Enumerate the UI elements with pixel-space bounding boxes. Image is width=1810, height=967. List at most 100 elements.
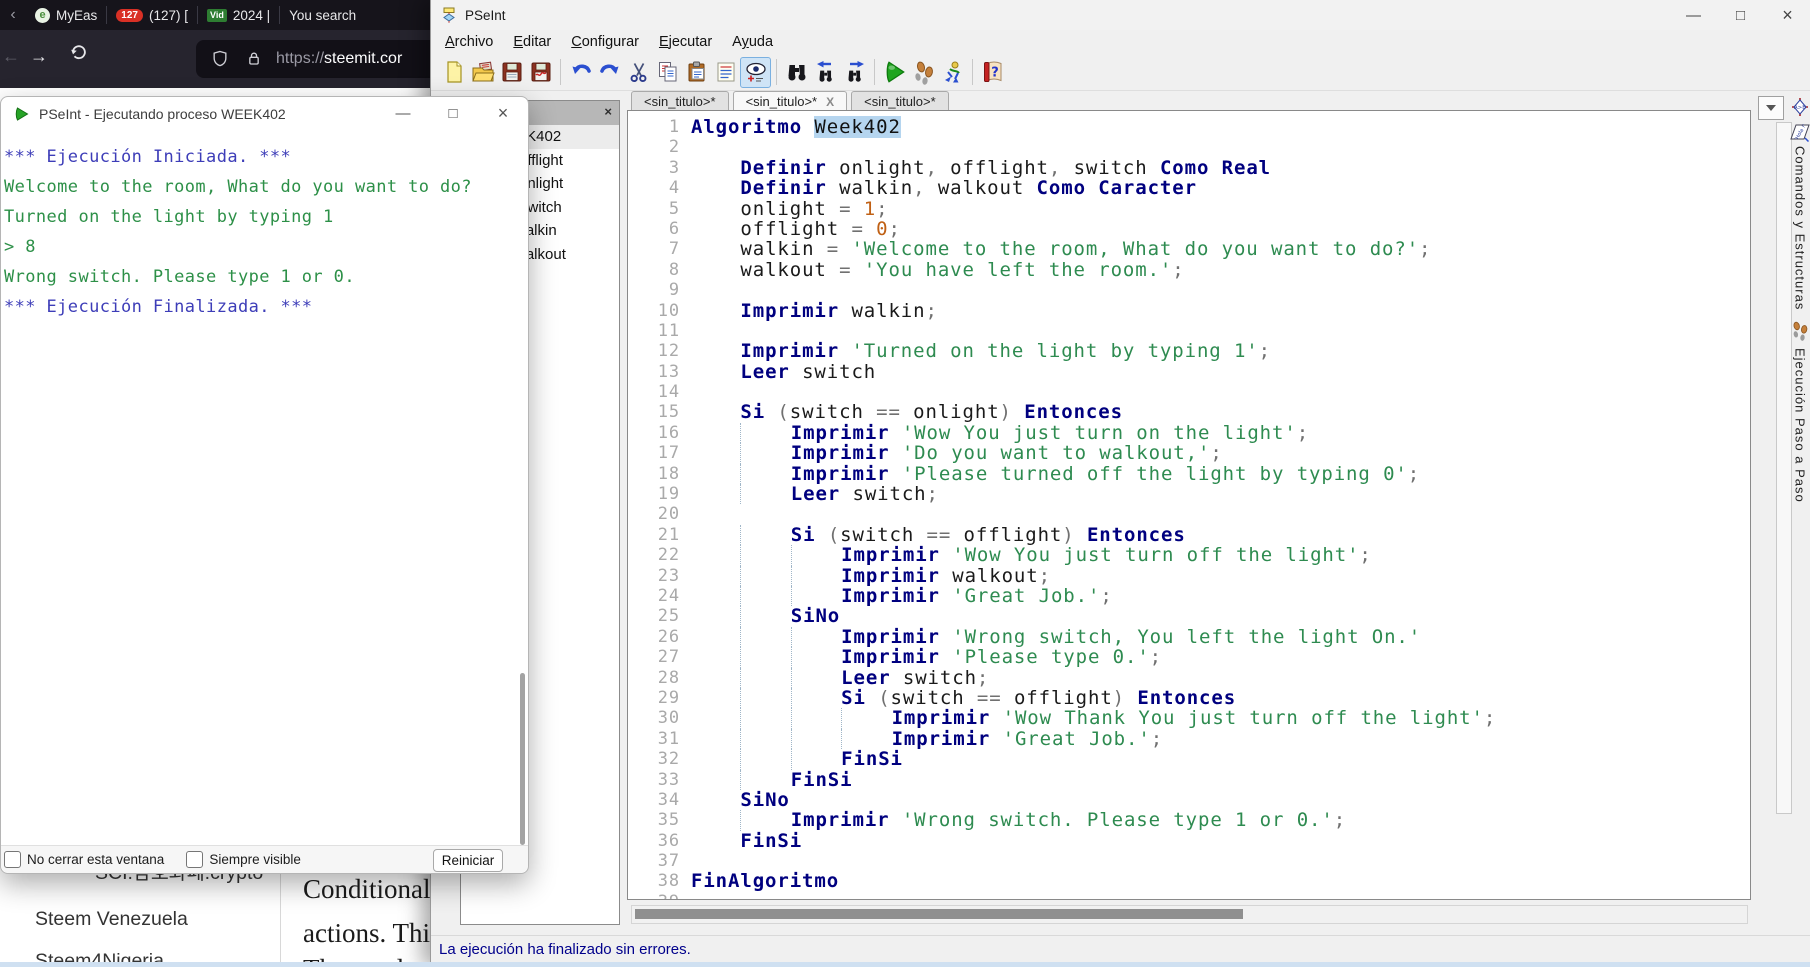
line-number: 8	[668, 259, 680, 280]
maximize-icon[interactable]: □	[428, 97, 478, 130]
find-icon[interactable]	[782, 58, 811, 87]
line-number: 14	[657, 382, 680, 403]
save-icon[interactable]	[497, 58, 526, 87]
code-line: 30 Imprimir 'Wow Thank You just turn off …	[628, 708, 1750, 729]
code-line: 26 Imprimir 'Wrong switch, You left the l…	[628, 627, 1750, 648]
line-number: 13	[657, 361, 680, 382]
code-line: 8 walkout = 'You have left the room.';	[628, 260, 1750, 280]
menu-editar[interactable]: Editar	[503, 32, 561, 52]
line-number: 29	[657, 687, 680, 708]
console-line: Welcome to the room, What do you want to…	[4, 177, 472, 197]
run-icon[interactable]	[880, 58, 909, 87]
title-bar[interactable]: PSeInt — □ ×	[431, 0, 1810, 30]
screen: ‹ e MyEas 127 (127) [Vid 2024 | You search ← …	[0, 0, 1810, 967]
tab-list-dropdown[interactable]	[1758, 96, 1784, 120]
close-tab-icon[interactable]: X	[826, 95, 834, 109]
svg-text:?: ?	[991, 66, 999, 81]
save-all-icon[interactable]	[526, 58, 555, 87]
code-line: 34 SiNo	[628, 790, 1750, 810]
line-number: 35	[657, 810, 680, 831]
browser-tab[interactable]: Vid 2024 |	[198, 0, 279, 30]
code-line: 33 FinSi	[628, 769, 1750, 790]
line-number: 5	[668, 198, 680, 219]
tab-label: <sin_titulo>*	[644, 94, 716, 109]
open-file-icon[interactable]	[468, 58, 497, 87]
back-icon[interactable]: ←	[2, 46, 20, 67]
menu-ayuda[interactable]: Ayuda	[722, 32, 783, 52]
line-number: 19	[657, 484, 680, 505]
console-output[interactable]: *** Ejecución Iniciada. *** Welcome to th…	[1, 130, 528, 846]
menu-configurar[interactable]: Configurar	[561, 32, 649, 52]
code-line: 1 Algoritmo Week402	[628, 116, 1750, 138]
line-number: 39	[628, 892, 680, 899]
always-visible-checkbox[interactable]	[186, 851, 204, 868]
article-text: Conditional	[303, 874, 431, 904]
document-tab[interactable]: <sin_titulo>*	[631, 91, 729, 111]
code-line: 28 Leer switch;	[628, 667, 1750, 688]
draw-flowchart-icon[interactable]	[938, 58, 967, 87]
document-tab-bar: <sin_titulo>* <sin_titulo>* X <sin_titulo>*	[431, 90, 1810, 111]
minimize-icon[interactable]: —	[1670, 0, 1717, 30]
find-next-icon[interactable]	[840, 58, 869, 87]
footprints-icon	[1793, 322, 1808, 342]
editor-horizontal-scrollbar[interactable]	[631, 905, 1748, 924]
redo-icon[interactable]	[595, 58, 624, 87]
document-tab[interactable]: <sin_titulo>*	[851, 91, 949, 111]
url-text: https://steemit.cor	[276, 50, 403, 67]
browser-toolbar: ← → https://steemit.cor	[0, 30, 436, 88]
line-number: 16	[657, 422, 680, 443]
tab-overflow-back-icon[interactable]: ‹	[0, 6, 26, 24]
document-tab[interactable]: <sin_titulo>* X	[732, 91, 848, 111]
code-editor[interactable]: 1 Algoritmo Week402 2 3 Definir onlight, off…	[627, 110, 1751, 900]
source-view-icon[interactable]	[711, 58, 740, 87]
undo-icon[interactable]	[566, 58, 595, 87]
cut-icon[interactable]	[624, 58, 653, 87]
help-icon[interactable]: ?	[978, 58, 1007, 87]
sidebar-tab-step-execution[interactable]: Ejecución Paso a Paso	[1790, 318, 1810, 503]
copy-icon[interactable]	[653, 58, 682, 87]
run-step-icon[interactable]	[909, 58, 938, 87]
code-line: 27 Imprimir 'Please type 0.';	[628, 647, 1750, 668]
sidebar-tab-commands[interactable]: A>B 'Hola !' Comandos y Estructuras	[1790, 96, 1810, 310]
list-item[interactable]: Steem Venezuela	[35, 908, 188, 931]
close-icon[interactable]: ×	[478, 97, 528, 130]
svg-text:A>B: A>B	[1794, 105, 1806, 111]
menu-archivo[interactable]: Archivo	[435, 32, 503, 52]
close-icon[interactable]: ×	[1764, 0, 1810, 30]
scrollbar-thumb[interactable]	[635, 909, 1243, 919]
code-line: 14	[628, 382, 1750, 402]
line-number: 4	[668, 178, 680, 199]
menu-bar: Archivo Editar Configurar Ejecutar Ayuda	[431, 30, 1810, 54]
browser-tab[interactable]: e MyEas	[26, 0, 106, 30]
browser-tab[interactable]: 127 (127) [	[107, 0, 197, 30]
find-previous-icon[interactable]	[811, 58, 840, 87]
new-file-icon[interactable]	[439, 58, 468, 87]
menu-ejecutar[interactable]: Ejecutar	[649, 32, 722, 52]
maximize-icon[interactable]: □	[1717, 0, 1764, 30]
restart-button[interactable]: Reiniciar	[433, 849, 503, 872]
pseint-window: PSeInt — □ × Archivo Editar Configurar Ejec…	[430, 0, 1810, 967]
line-number: 30	[657, 708, 680, 729]
close-panel-icon[interactable]: ×	[604, 104, 612, 119]
keep-open-checkbox[interactable]	[4, 851, 21, 868]
line-number: 25	[657, 606, 680, 627]
code-line: 2	[628, 137, 1750, 157]
console-window: PSeInt - Ejecutando proceso WEEK402 — □ …	[0, 96, 529, 874]
url-bar[interactable]: https://steemit.cor	[196, 40, 436, 78]
tab-label: <sin_titulo>*	[745, 94, 818, 109]
column-divider	[280, 872, 281, 967]
reload-icon[interactable]	[68, 42, 90, 69]
shield-icon[interactable]	[210, 49, 230, 69]
notification-badge: 127	[116, 8, 143, 22]
code-line: 25 SiNo	[628, 606, 1750, 627]
paste-icon[interactable]	[682, 58, 711, 87]
line-number: 31	[657, 728, 680, 749]
browser-tab[interactable]: You search	[280, 0, 365, 30]
code-line: 21 Si (switch == offlight) Entonces	[628, 525, 1750, 546]
console-title-bar[interactable]: PSeInt - Ejecutando proceso WEEK402 — □ …	[1, 97, 528, 130]
forward-icon[interactable]: →	[30, 46, 48, 67]
console-scrollbar[interactable]	[520, 673, 525, 845]
minimize-icon[interactable]: —	[378, 97, 428, 130]
code-line: 38 FinAlgoritmo	[628, 871, 1750, 891]
syntax-assist-icon[interactable]	[740, 56, 771, 88]
